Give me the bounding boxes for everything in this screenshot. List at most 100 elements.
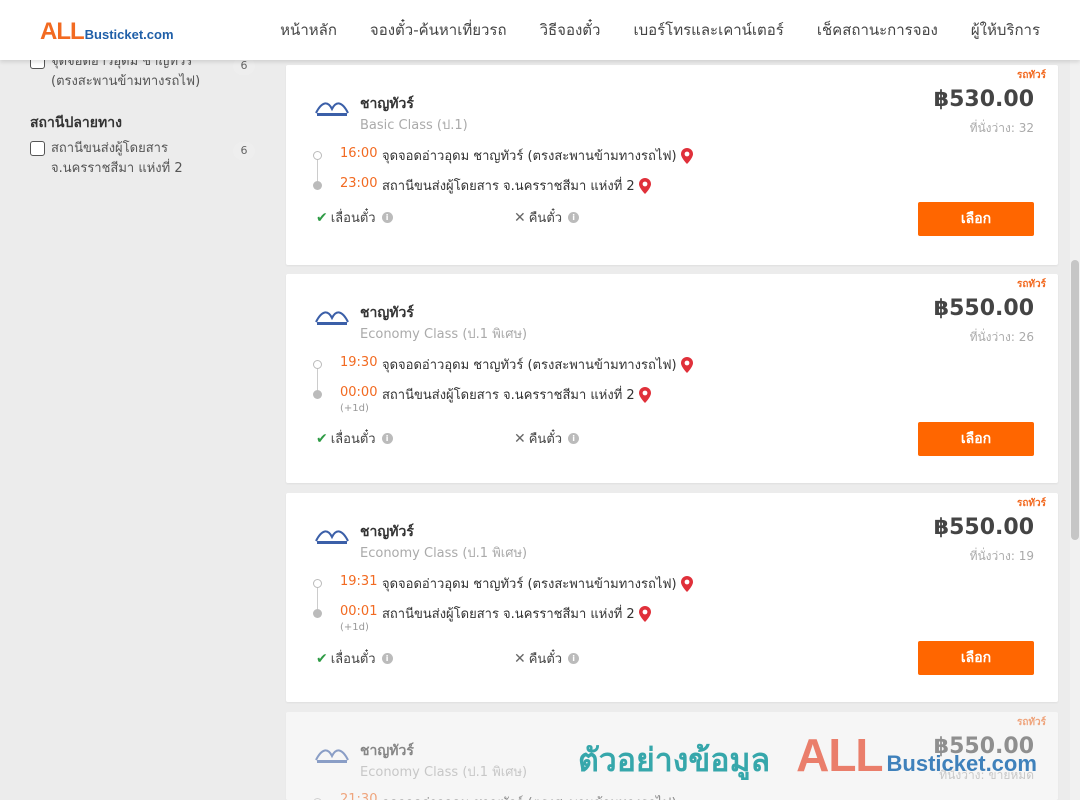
page-scrollbar-thumb[interactable] — [1071, 260, 1079, 540]
operator-logo-icon — [315, 311, 349, 325]
change-ticket-policy: ✔ เลื่อนตั๋ว i — [316, 428, 393, 449]
operator-name: ชาญทัวร์ — [360, 743, 414, 759]
departure-stop-name: จุดจอดอ่าวอุดม ชาญทัวร์ (ตรงสะพานข้ามทาง… — [382, 358, 677, 373]
arrival-dot-icon — [313, 181, 322, 190]
map-pin-icon[interactable] — [638, 177, 651, 194]
change-ticket-label: เลื่อนตั๋ว — [330, 211, 376, 226]
arrival-stop-name: สถานีขนส่งผู้โดยสาร จ.นครราชสีมา แห่งที่… — [382, 179, 635, 194]
bus-type-tag: รถทัวร์ — [1016, 70, 1046, 81]
seats-available: ที่นั่งว่าง: 32 — [969, 121, 1034, 135]
logo-domain-text: Busticket.com — [84, 27, 174, 42]
destination-section-title: สถานีปลายทาง — [30, 115, 122, 131]
page-scrollbar-track[interactable] — [1070, 60, 1080, 800]
departure-stop[interactable]: จุดจอดอ่าวอุดม ชาญทัวร์ (ตรงสะพานข้ามทาง… — [382, 145, 693, 166]
departure-stop[interactable]: จุดจอดอ่าวอุดม ชาญทัวร์ (ตรงสะพานข้ามทาง… — [382, 354, 693, 375]
bus-type-tag: รถทัวร์ — [1016, 717, 1046, 728]
bus-class: Economy Class (ป.1 พิเศษ) — [360, 327, 528, 342]
select-trip-button[interactable]: เลือก — [918, 641, 1034, 675]
select-trip-button[interactable]: เลือก — [918, 422, 1034, 456]
departure-dot-icon — [313, 579, 322, 588]
arrival-stop-name: สถานีขนส่งผู้โดยสาร จ.นครราชสีมา แห่งที่… — [382, 607, 635, 622]
change-ticket-label: เลื่อนตั๋ว — [330, 432, 376, 447]
next-day-indicator: (+1d) — [340, 622, 369, 633]
departure-stop-name: จุดจอดอ่าวอุดม ชาญทัวร์ (ตรงสะพานข้ามทาง… — [382, 577, 677, 592]
seats-available: ที่นั่งว่าง: 19 — [969, 549, 1034, 563]
info-icon[interactable]: i — [381, 212, 393, 223]
destination-filter-count: 6 — [233, 142, 255, 160]
refund-ticket-label: คืนตั๋ว — [528, 652, 563, 667]
arrival-dot-icon — [313, 609, 322, 618]
arrival-stop[interactable]: สถานีขนส่งผู้โดยสาร จ.นครราชสีมา แห่งที่… — [382, 175, 651, 196]
check-icon: ✔ — [316, 650, 328, 667]
departure-stop-name: จุดจอดอ่าวอุดม ชาญทัวร์ (ตรงสะพานข้ามทาง… — [382, 149, 677, 164]
next-day-indicator: (+1d) — [340, 403, 369, 414]
info-icon[interactable]: i — [568, 433, 580, 444]
departure-time: 19:30 — [340, 355, 378, 370]
nav-home[interactable]: หน้าหลัก — [280, 18, 337, 42]
trip-card: รถทัวร์ ชาญทัวร์ Economy Class (ป.1 พิเศ… — [286, 274, 1058, 483]
map-pin-icon[interactable] — [680, 147, 693, 164]
trip-card: รถทัวร์ ชาญทัวร์ Basic Class (ป.1) ฿530.… — [286, 65, 1058, 265]
bus-class: Economy Class (ป.1 พิเศษ) — [360, 546, 528, 561]
trip-card: รถทัวร์ ชาญทัวร์ Economy Class (ป.1 พิเศ… — [286, 493, 1058, 702]
map-pin-icon[interactable] — [680, 575, 693, 592]
operator-logo-icon — [315, 749, 349, 763]
map-pin-icon[interactable] — [638, 605, 651, 622]
change-ticket-policy: ✔ เลื่อนตั๋ว i — [316, 648, 393, 669]
nav-how-to-book[interactable]: วิธีจองตั๋ว — [540, 18, 601, 42]
map-pin-icon[interactable] — [638, 386, 651, 403]
operator-logo-icon — [315, 102, 349, 116]
seats-available: ที่นั่งว่าง: 26 — [969, 330, 1034, 344]
departure-stop[interactable]: จุดจอดอ่าวอุดม ชาญทัวร์ (ตรงสะพานข้ามทาง… — [382, 573, 693, 594]
refund-ticket-policy: ✕ คืนตั๋ว i — [514, 207, 580, 228]
refund-ticket-policy: ✕ คืนตั๋ว i — [514, 428, 580, 449]
departure-time: 19:31 — [340, 574, 378, 589]
operator-logo-icon — [315, 530, 349, 544]
check-icon: ✔ — [316, 209, 328, 226]
destination-filter-option[interactable]: สถานีขนส่งผู้โดยสาร จ.นครราชสีมา แห่งที่… — [30, 139, 255, 179]
refund-ticket-label: คืนตั๋ว — [528, 211, 563, 226]
logo-all-text: ALL — [40, 18, 85, 45]
site-logo[interactable]: ALL Busticket.com — [40, 18, 174, 46]
info-icon[interactable]: i — [568, 212, 580, 223]
bus-type-tag: รถทัวร์ — [1016, 279, 1046, 290]
bus-type-tag: รถทัวร์ — [1016, 498, 1046, 509]
departure-time: 16:00 — [340, 146, 378, 161]
arrival-stop[interactable]: สถานีขนส่งผู้โดยสาร จ.นครราชสีมา แห่งที่… — [382, 384, 651, 405]
seats-available: ที่นั่งว่าง: ขายหมด — [939, 768, 1034, 782]
site-header: ALL Busticket.com หน้าหลัก จองตั๋ว-ค้นหา… — [0, 0, 1080, 60]
refund-ticket-label: คืนตั๋ว — [528, 432, 563, 447]
arrival-time: 00:00 — [340, 385, 378, 400]
bus-class: Economy Class (ป.1 พิเศษ) — [360, 765, 528, 780]
cross-icon: ✕ — [514, 430, 526, 447]
departure-dot-icon — [313, 151, 322, 160]
destination-filter-label: สถานีขนส่งผู้โดยสาร จ.นครราชสีมา แห่งที่… — [51, 141, 183, 176]
ticket-price: ฿550.00 — [933, 515, 1034, 540]
info-icon[interactable]: i — [381, 653, 393, 664]
destination-filter-checkbox[interactable] — [30, 141, 45, 156]
departure-stop-name: จุดจอดอ่าวอุดม ชาญทัวร์ (ตรงสะพานข้ามทาง… — [382, 792, 677, 800]
nav-operators[interactable]: ผู้ให้บริการ — [971, 18, 1040, 42]
arrival-time: 23:00 — [340, 176, 378, 191]
select-trip-button[interactable]: เลือก — [918, 202, 1034, 236]
nav-book-search[interactable]: จองตั๋ว-ค้นหาเที่ยวรถ — [370, 18, 507, 42]
map-pin-icon[interactable] — [680, 356, 693, 373]
operator-name: ชาญทัวร์ — [360, 524, 414, 540]
arrival-dot-icon — [313, 390, 322, 399]
change-ticket-policy: ✔ เลื่อนตั๋ว i — [316, 207, 393, 228]
info-icon[interactable]: i — [568, 653, 580, 664]
nav-contact-counters[interactable]: เบอร์โทรและเคาน์เตอร์ — [633, 18, 783, 42]
ticket-price: ฿550.00 — [933, 734, 1034, 759]
operator-name: ชาญทัวร์ — [360, 96, 414, 112]
departure-time: 21:30 — [340, 792, 378, 800]
arrival-stop-name: สถานีขนส่งผู้โดยสาร จ.นครราชสีมา แห่งที่… — [382, 388, 635, 403]
arrival-stop[interactable]: สถานีขนส่งผู้โดยสาร จ.นครราชสีมา แห่งที่… — [382, 603, 651, 624]
check-icon: ✔ — [316, 430, 328, 447]
departure-stop[interactable]: จุดจอดอ่าวอุดม ชาญทัวร์ (ตรงสะพานข้ามทาง… — [382, 792, 677, 800]
ticket-price: ฿530.00 — [933, 87, 1034, 112]
nav-check-booking[interactable]: เช็คสถานะการจอง — [817, 18, 938, 42]
main-nav: หน้าหลัก จองตั๋ว-ค้นหาเที่ยวรถ วิธีจองตั… — [280, 0, 1040, 60]
refund-ticket-policy: ✕ คืนตั๋ว i — [514, 648, 580, 669]
arrival-time: 00:01 — [340, 604, 378, 619]
info-icon[interactable]: i — [381, 433, 393, 444]
